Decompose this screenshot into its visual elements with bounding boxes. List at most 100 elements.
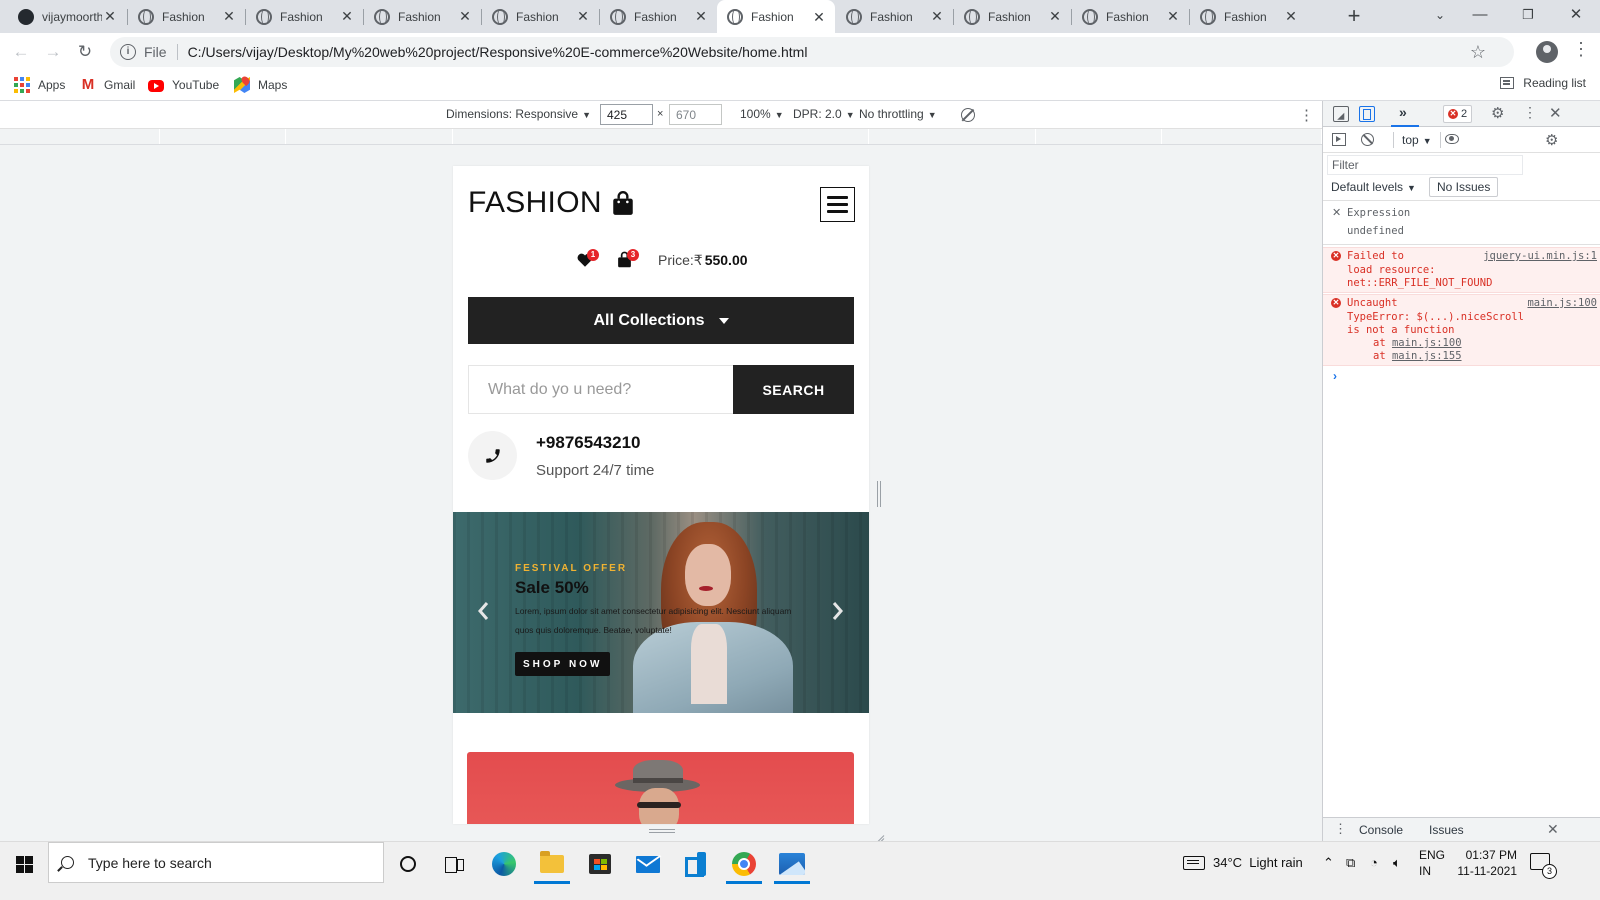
window-close-icon[interactable]: ✕ <box>1552 0 1600 33</box>
all-collections-button[interactable]: All Collections <box>468 297 854 344</box>
bookmark-apps[interactable]: Apps <box>14 76 65 94</box>
rotate-icon[interactable] <box>961 108 975 122</box>
taskbar-mail[interactable] <box>628 846 668 882</box>
throttling-select[interactable]: No throttling ▼ <box>859 107 937 121</box>
promo-banner-image[interactable] <box>467 752 854 824</box>
log-levels-select[interactable]: Default levels ▼ <box>1331 180 1416 194</box>
reload-icon[interactable]: ↻ <box>72 39 98 65</box>
close-icon[interactable]: ✕ <box>575 8 591 25</box>
restore-icon[interactable]: ❐ <box>1504 0 1552 33</box>
media-query-ruler[interactable] <box>0 129 1322 145</box>
close-icon[interactable]: ✕ <box>1165 8 1181 25</box>
tab-console[interactable]: Console <box>1352 823 1410 844</box>
more-panels-icon[interactable]: » <box>1399 104 1407 120</box>
site-search-button[interactable]: SEARCH <box>733 365 854 414</box>
new-tab-button[interactable]: + <box>1342 4 1366 28</box>
browser-tab[interactable]: Fashion ✕ <box>246 0 363 33</box>
error-source-link[interactable]: jquery-ui.min.js:1 <box>1483 250 1597 264</box>
forward-arrow-icon[interactable]: → <box>40 39 66 65</box>
taskbar-photos[interactable] <box>772 846 812 884</box>
carousel-prev-button[interactable] <box>475 600 493 622</box>
drawer-close-icon[interactable]: ✕ <box>1547 821 1559 838</box>
browser-tab[interactable]: Fashion ✕ <box>954 0 1071 33</box>
taskbar-store[interactable] <box>580 846 620 882</box>
site-search-input[interactable] <box>468 365 733 414</box>
bookmark-maps[interactable]: Maps <box>234 76 287 94</box>
back-arrow-icon[interactable]: ← <box>8 39 34 65</box>
bookmark-youtube[interactable]: YouTube <box>148 76 219 94</box>
browser-tab[interactable]: Fashion ✕ <box>364 0 481 33</box>
remove-expression-icon[interactable]: ✕ <box>1332 206 1341 219</box>
system-clock[interactable]: 01:37 PM 11-11-2021 <box>1455 847 1517 879</box>
issues-button[interactable]: No Issues <box>1429 177 1499 197</box>
device-toggle-icon[interactable] <box>1359 106 1375 122</box>
device-options-icon[interactable]: ⋮ <box>1299 106 1314 124</box>
close-icon[interactable]: ✕ <box>929 8 945 25</box>
taskbar-search-box[interactable]: Type here to search <box>48 842 384 883</box>
devtools-close-icon[interactable]: ✕ <box>1549 104 1562 122</box>
input-language-indicator[interactable]: ENG IN <box>1419 847 1445 879</box>
drawer-menu-icon[interactable]: ⋮ <box>1334 821 1347 837</box>
address-bar[interactable]: i File C:/Users/vijay/Desktop/My%20web%2… <box>110 37 1514 67</box>
dpr-select[interactable]: DPR: 2.0 ▼ <box>793 107 855 121</box>
site-logo[interactable]: FASHION <box>468 186 636 220</box>
reading-list-button[interactable]: Reading list <box>1500 76 1586 90</box>
live-expression-eye-icon[interactable] <box>1445 134 1459 144</box>
stack-link[interactable]: main.js:155 <box>1392 350 1462 362</box>
settings-gear-icon[interactable]: ⚙ <box>1491 104 1504 122</box>
volume-icon[interactable]: 🔈︎ <box>1393 855 1401 871</box>
close-icon[interactable]: ✕ <box>1047 8 1063 25</box>
close-icon[interactable]: ✕ <box>102 8 118 25</box>
tray-chevron-up-icon[interactable]: ⌃ <box>1323 855 1334 871</box>
taskbar-file-explorer[interactable] <box>532 846 572 884</box>
close-icon[interactable]: ✕ <box>221 8 237 25</box>
close-icon[interactable]: ✕ <box>811 9 827 26</box>
close-icon[interactable]: ✕ <box>1283 8 1299 25</box>
resize-handle-right[interactable] <box>877 481 881 507</box>
width-input[interactable] <box>600 104 653 125</box>
info-icon[interactable]: i <box>120 44 136 60</box>
taskbar-task-view[interactable] <box>434 846 474 882</box>
shop-now-button[interactable]: SHOP NOW <box>515 652 611 676</box>
error-counter[interactable]: ✕ 2 <box>1443 105 1473 123</box>
browser-tab[interactable]: Fashion ✕ <box>1190 0 1307 33</box>
zoom-select[interactable]: 100% ▼ <box>740 107 784 121</box>
resize-handle-bottom[interactable] <box>649 829 675 833</box>
taskbar-chrome[interactable] <box>724 846 764 884</box>
wishlist-button[interactable]: 1 <box>576 249 599 269</box>
tab-issues[interactable]: Issues <box>1429 823 1464 837</box>
context-select[interactable]: top ▼ <box>1393 132 1441 148</box>
browser-tab[interactable]: Fashion ✕ <box>482 0 599 33</box>
browser-tab[interactable]: Fashion ✕ <box>1072 0 1189 33</box>
resize-handle-corner[interactable] <box>872 826 884 838</box>
console-prompt[interactable]: › <box>1333 369 1337 383</box>
browser-tab[interactable]: vijaymoorthy ✕ <box>8 0 126 33</box>
meet-now-icon[interactable]: ⧉ <box>1346 855 1355 871</box>
close-icon[interactable]: ✕ <box>339 8 355 25</box>
close-icon[interactable]: ✕ <box>457 8 473 25</box>
weather-widget[interactable]: 34°C Light rain <box>1183 842 1303 883</box>
close-icon[interactable]: ✕ <box>693 8 709 25</box>
browser-tab-active[interactable]: Fashion ✕ <box>717 0 835 34</box>
height-input[interactable] <box>669 104 722 125</box>
menu-toggle-button[interactable] <box>820 187 855 222</box>
bookmark-gmail[interactable]: M Gmail <box>80 76 136 94</box>
carousel-next-button[interactable] <box>828 600 846 622</box>
dimensions-select[interactable]: Dimensions: Responsive ▼ <box>446 107 591 121</box>
windows-start-icon[interactable] <box>16 856 33 873</box>
browser-menu-icon[interactable]: ⋮ <box>1572 39 1590 60</box>
taskbar-cortana[interactable] <box>388 846 428 882</box>
inspect-element-icon[interactable] <box>1333 106 1349 122</box>
devtools-menu-icon[interactable]: ⋮ <box>1523 104 1537 121</box>
minimize-icon[interactable]: — <box>1456 0 1504 33</box>
browser-tab[interactable]: Fashion ✕ <box>836 0 953 33</box>
taskbar-edge[interactable] <box>484 846 524 882</box>
clear-console-icon[interactable] <box>1361 133 1374 146</box>
browser-tab[interactable]: Fashion ✕ <box>128 0 245 33</box>
wifi-icon[interactable]: ◔ <box>1370 855 1378 870</box>
url-text[interactable]: C:/Users/vijay/Desktop/My%20web%20projec… <box>188 44 808 60</box>
browser-tab[interactable]: Fashion ✕ <box>600 0 717 33</box>
console-filter-input[interactable] <box>1327 155 1523 175</box>
support-phone-number[interactable]: +9876543210 <box>536 433 654 453</box>
expression-label[interactable]: Expression <box>1347 207 1410 219</box>
